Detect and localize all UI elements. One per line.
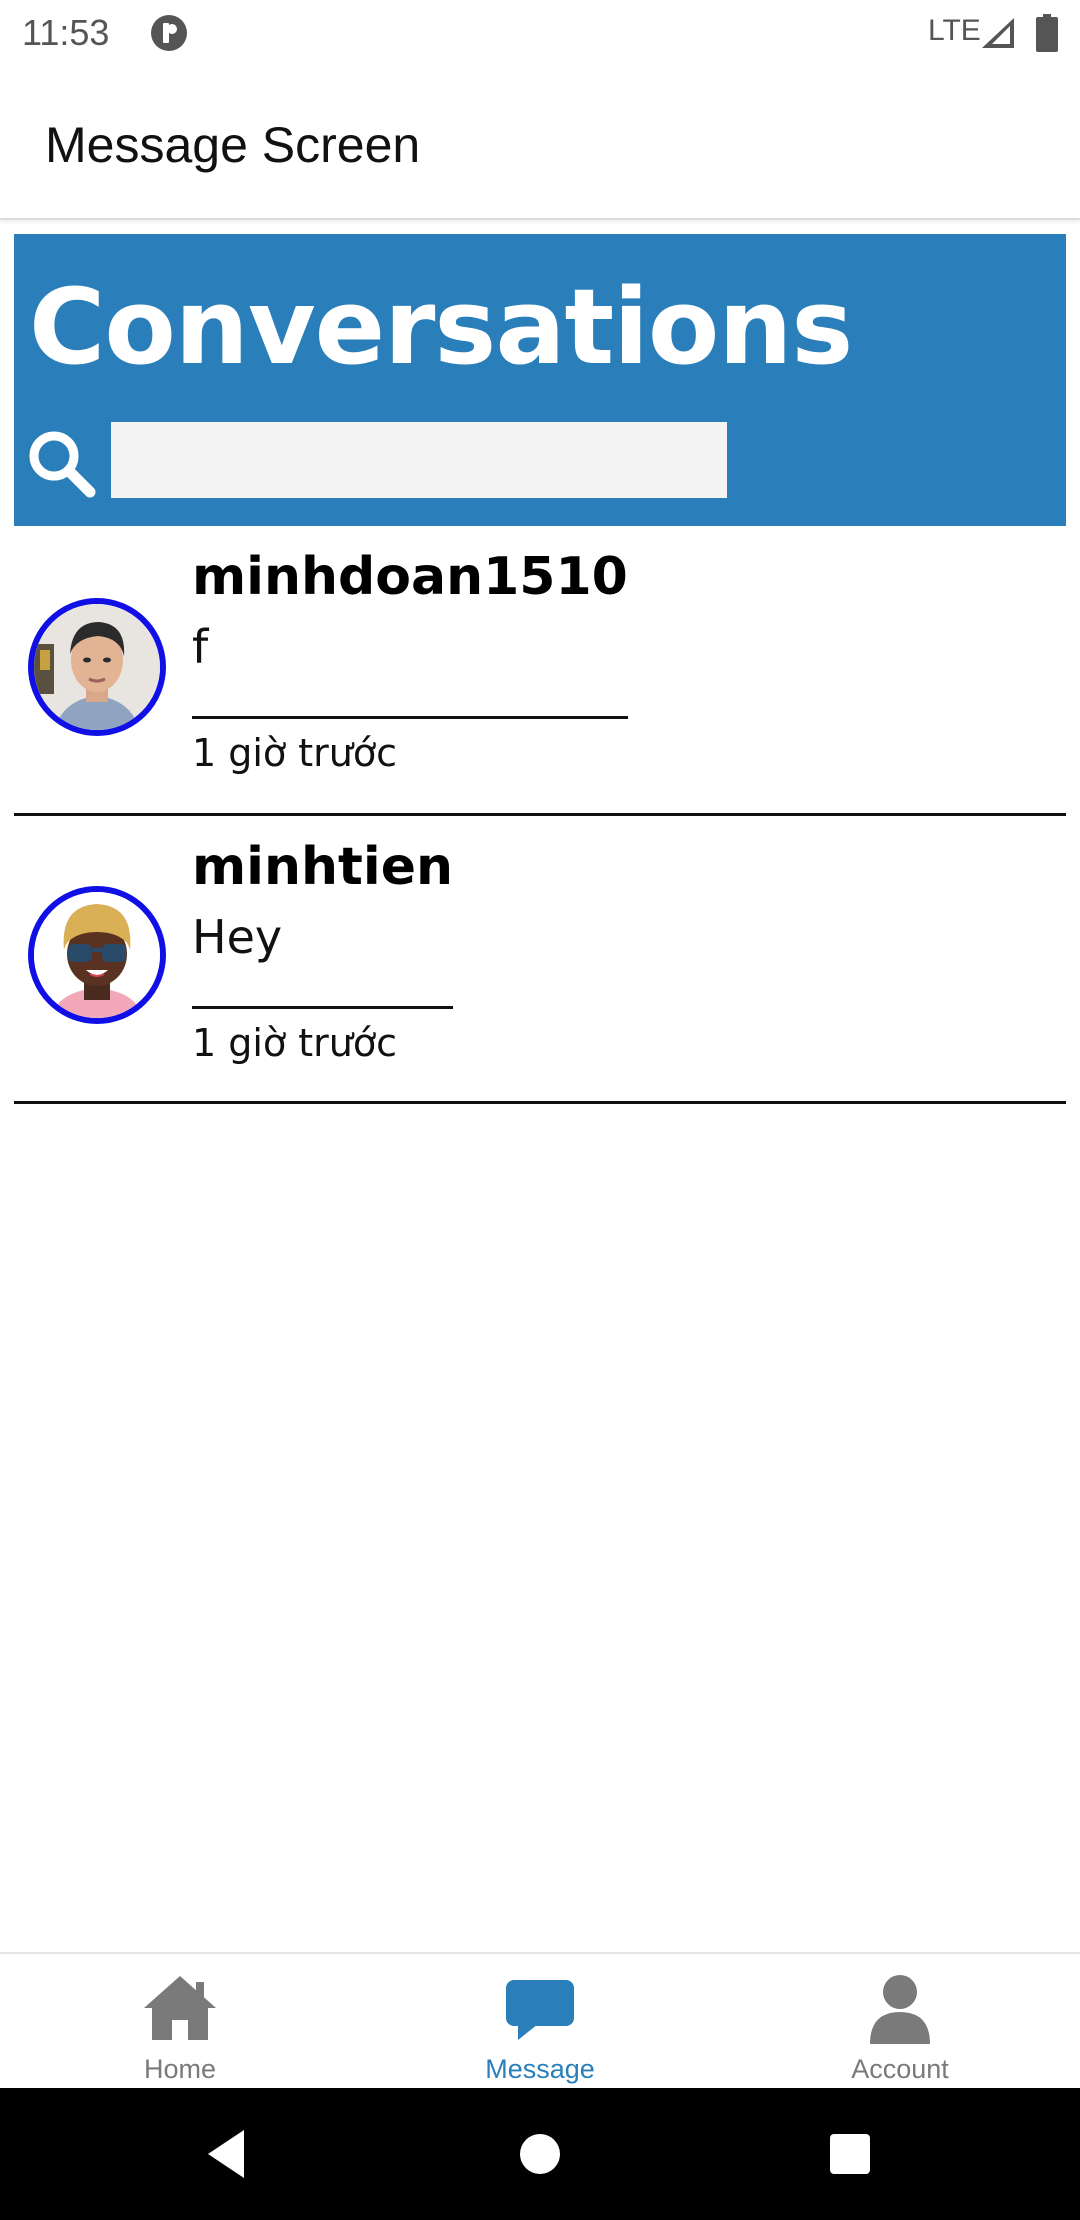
network-type: LTE — [928, 14, 981, 47]
conversation-last-message: Hey — [192, 910, 283, 964]
app-bar: Message Screen — [0, 66, 1080, 220]
signal-icon — [982, 18, 1014, 48]
page-title: Message Screen — [45, 117, 421, 173]
bottom-nav: Home Message Account — [0, 1952, 1080, 2088]
tab-message-label: Message — [485, 2054, 595, 2084]
message-icon — [506, 1980, 574, 2040]
conversation-last-message: f — [192, 620, 209, 674]
conversation-time: 1 giờ trước — [192, 1021, 398, 1065]
user-photo-avatar — [34, 604, 160, 730]
tab-message[interactable]: Message — [360, 1954, 720, 2090]
conversation-time: 1 giờ trước — [192, 731, 398, 775]
home-button[interactable] — [520, 2134, 560, 2174]
avatar — [28, 886, 166, 1024]
conversation-divider — [192, 716, 628, 719]
tab-account[interactable]: Account — [720, 1954, 1080, 2090]
search-input[interactable] — [111, 422, 727, 498]
account-icon — [870, 1975, 930, 2044]
cartoon-avatar — [34, 892, 160, 1018]
conversations-header: Conversations — [14, 234, 1066, 526]
conversation-text: minhtien Hey 1 giờ trước — [192, 816, 454, 1067]
back-icon[interactable] — [204, 2128, 248, 2180]
conversation-name: minhtien — [192, 837, 454, 897]
search-icon — [29, 431, 96, 498]
tab-home[interactable]: Home — [0, 1954, 360, 2090]
home-icon — [144, 1976, 216, 2040]
app-notification-icon — [151, 15, 187, 51]
conversation-name: minhdoan1510 — [192, 547, 628, 607]
avatar — [28, 598, 166, 736]
conversation-divider — [192, 1006, 454, 1009]
tab-account-label: Account — [851, 2054, 949, 2084]
conversations-title: Conversations — [29, 266, 853, 388]
status-bar: 11:53 LTE — [0, 0, 1080, 66]
battery-icon — [1036, 14, 1058, 52]
conversation-text: minhdoan1510 f 1 giờ trước — [192, 526, 628, 777]
recent-apps-button[interactable] — [830, 2134, 870, 2174]
system-nav-bar — [0, 2088, 1080, 2220]
status-time: 11:53 — [22, 12, 110, 53]
conversation-item[interactable]: minhtien Hey 1 giờ trước — [14, 816, 1066, 1104]
conversation-item[interactable]: minhdoan1510 f 1 giờ trước — [14, 526, 1066, 816]
tab-home-label: Home — [143, 2054, 217, 2084]
